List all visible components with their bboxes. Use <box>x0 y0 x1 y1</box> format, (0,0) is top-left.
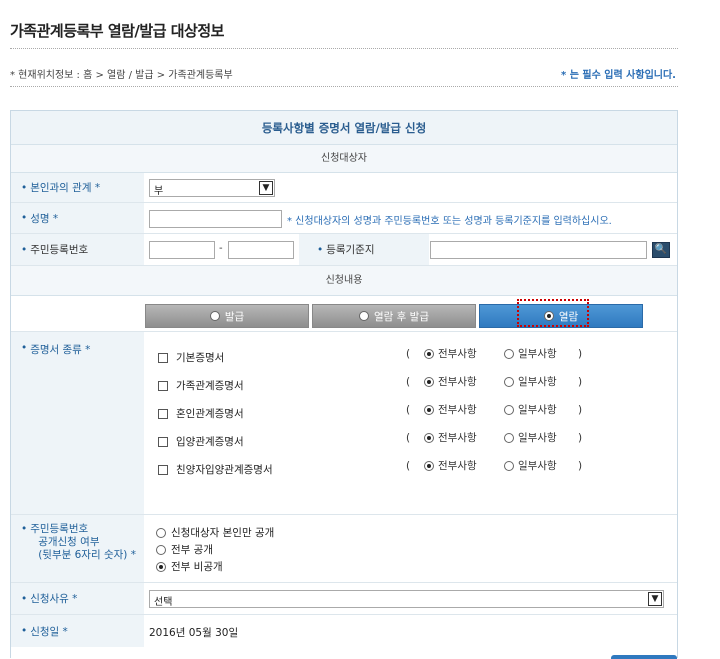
date-label: • 신청일 * <box>11 615 144 647</box>
radio-selected-icon[interactable] <box>424 432 434 443</box>
cert-item[interactable]: 기본증명서 <box>158 350 224 365</box>
radio-icon[interactable] <box>504 460 514 471</box>
rrn-dash: - <box>219 243 223 254</box>
registry-base-input[interactable] <box>430 241 647 259</box>
rrn-row: • 주민등록번호 - • 등록기준지 🔍 <box>11 234 677 266</box>
radio-selected-icon[interactable] <box>424 460 434 471</box>
search-icon[interactable]: 🔍 <box>652 242 670 258</box>
radio-icon <box>359 311 369 321</box>
cert-item[interactable]: 입양관계증명서 <box>158 434 244 449</box>
rrn-front-input[interactable] <box>149 241 215 259</box>
cert-options: (전부사항 일부사항) <box>406 403 583 417</box>
page-title: 가족관계등록부 열람/발급 대상정보 <box>10 22 224 40</box>
application-form: 등록사항별 증명서 열람/발급 신청 신청대상자 • 본인과의 관계 * 부 ▼ … <box>10 110 678 658</box>
reason-value: 선택 <box>154 597 173 608</box>
tab-view-then-issue[interactable]: 열람 후 발급 <box>312 304 476 328</box>
cert-type-row: • 증명서 종류 * 기본증명서 (전부사항 일부사항) 가족관계증명서 (전부사항… <box>11 332 677 515</box>
radio-icon <box>209 311 220 321</box>
section-applicant: 신청대상자 <box>11 145 677 173</box>
checkbox[interactable] <box>158 408 168 419</box>
chevron-down-icon: ▼ <box>259 181 273 195</box>
tab-row: 발급 열람 후 발급 열람 <box>11 296 677 332</box>
rrn-label: • 주민등록번호 <box>11 234 144 265</box>
rrn-disclosure-label: • 주민등록번호 공개신청 여부 (뒷부분 6자리 숫자) * <box>11 515 144 582</box>
cert-options: (전부사항 일부사항) <box>406 347 583 361</box>
name-row: • 성명 * * 신청대상자의 성명과 주민등록번호 또는 성명과 등록기준지를 … <box>11 203 677 234</box>
radio-icon[interactable] <box>504 432 514 443</box>
radio-selected-icon[interactable] <box>424 376 434 387</box>
reason-row: • 신청사유 * 선택 ▼ <box>11 583 677 615</box>
radio-selected-icon[interactable] <box>156 561 166 572</box>
cert-item[interactable]: 혼인관계증명서 <box>158 406 244 421</box>
rrn-disclosure-row: • 주민등록번호 공개신청 여부 (뒷부분 6자리 숫자) * 신청대상자 본인… <box>11 515 677 583</box>
divider <box>10 86 678 87</box>
required-note: * 는 필수 입력 사항입니다. <box>561 70 676 81</box>
relation-label: • 본인과의 관계 * <box>11 173 144 202</box>
cert-item[interactable]: 가족관계증명서 <box>158 378 244 393</box>
date-value: 2016년 05월 30일 <box>149 627 239 639</box>
cert-type-label: • 증명서 종류 * <box>11 332 144 514</box>
cert-options: (전부사항 일부사항) <box>406 431 583 445</box>
checkbox[interactable] <box>158 352 168 363</box>
relation-select[interactable]: 부 ▼ <box>149 179 275 197</box>
chevron-down-icon: ▼ <box>648 592 662 606</box>
reason-label: • 신청사유 * <box>11 583 144 614</box>
name-label: • 성명 * <box>11 203 144 233</box>
checkbox[interactable] <box>158 436 168 447</box>
name-input[interactable] <box>149 210 282 228</box>
tab-issue[interactable]: 발급 <box>145 304 309 328</box>
reason-select[interactable]: 선택 ▼ <box>149 590 664 608</box>
radio-icon[interactable] <box>156 527 166 538</box>
cert-options: (전부사항 일부사항) <box>406 459 583 473</box>
checkbox[interactable] <box>158 380 168 391</box>
name-hint: * 신청대상자의 성명과 주민등록번호 또는 성명과 등록기준지를 입력하십시오… <box>287 216 612 227</box>
disclosure-option[interactable]: 전부 공개 <box>156 542 213 557</box>
relation-row: • 본인과의 관계 * 부 ▼ <box>11 173 677 203</box>
radio-selected-icon[interactable] <box>424 348 434 359</box>
radio-icon[interactable] <box>504 376 514 387</box>
cert-options: (전부사항 일부사항) <box>406 375 583 389</box>
submit-button[interactable] <box>611 655 677 659</box>
date-row: • 신청일 * 2016년 05월 30일 <box>11 615 677 647</box>
divider <box>10 48 678 49</box>
tab-view[interactable]: 열람 <box>479 299 643 328</box>
section-content: 신청내용 <box>11 266 677 296</box>
disclosure-option[interactable]: 전부 비공개 <box>156 559 223 574</box>
registry-base-label: • 등록기준지 <box>299 234 429 265</box>
radio-selected-icon <box>543 311 554 321</box>
breadcrumb: * 현재위치정보 : 홈 > 열람 / 발급 > 가족관계등록부 <box>10 70 233 81</box>
form-title: 등록사항별 증명서 열람/발급 신청 <box>11 111 677 145</box>
radio-icon[interactable] <box>504 348 514 359</box>
disclosure-option[interactable]: 신청대상자 본인만 공개 <box>156 525 274 540</box>
radio-selected-icon[interactable] <box>424 404 434 415</box>
checkbox[interactable] <box>158 464 168 475</box>
radio-icon[interactable] <box>156 544 166 555</box>
relation-value: 부 <box>154 186 164 197</box>
radio-icon[interactable] <box>504 404 514 415</box>
rrn-back-input[interactable] <box>228 241 294 259</box>
cert-item[interactable]: 친양자입양관계증명서 <box>158 462 273 477</box>
